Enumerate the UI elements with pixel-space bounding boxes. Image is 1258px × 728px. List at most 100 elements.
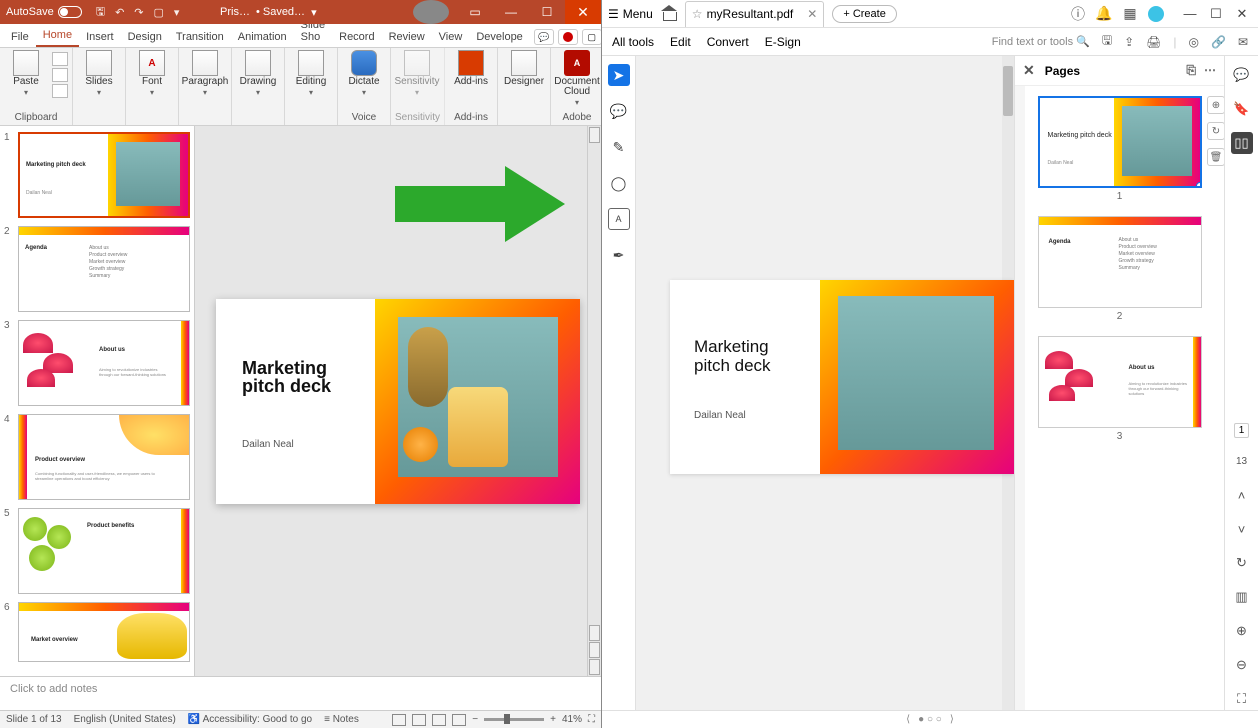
next-doc-icon[interactable]: ⟩ bbox=[950, 714, 954, 725]
user-avatar-icon[interactable] bbox=[413, 0, 449, 24]
pages-rail-icon[interactable]: ▯▯ bbox=[1231, 132, 1253, 154]
tab-design[interactable]: Design bbox=[121, 27, 169, 47]
email-icon[interactable]: ✉ bbox=[1238, 35, 1248, 49]
tab-file[interactable]: File bbox=[4, 27, 36, 47]
thumb-3[interactable]: About us Aiming to revolutionize industr… bbox=[18, 320, 190, 406]
home-icon[interactable] bbox=[661, 7, 677, 21]
user-avatar-icon[interactable] bbox=[1148, 6, 1164, 22]
page-thumb-2[interactable]: Agenda About us Product overview Market … bbox=[1038, 216, 1202, 308]
print-icon[interactable]: 🖨 bbox=[1146, 35, 1161, 49]
share-icon[interactable]: ◎ bbox=[1189, 35, 1199, 49]
tab-insert[interactable]: Insert bbox=[79, 27, 121, 47]
zoom-in-icon[interactable]: ⊕ bbox=[1231, 620, 1253, 642]
thumb-2[interactable]: Agenda About us Product overview Market … bbox=[18, 226, 190, 312]
notes-toggle[interactable]: ≡ Notes bbox=[324, 714, 359, 725]
upload-icon[interactable]: ⇪ bbox=[1124, 35, 1134, 49]
paste-button[interactable]: Paste ▾ bbox=[4, 50, 48, 97]
esign-button[interactable]: E-Sign bbox=[765, 35, 801, 49]
minimize-button[interactable]: — bbox=[493, 0, 529, 24]
undo-icon[interactable]: ↶ bbox=[115, 6, 124, 19]
slideshow-icon[interactable]: ▢ bbox=[154, 6, 164, 19]
document-name[interactable]: Pris… • Saved… ▾ bbox=[220, 6, 317, 19]
search-input[interactable]: Find text or tools 🔍 bbox=[992, 35, 1090, 48]
select-tool-icon[interactable]: ➤ bbox=[608, 64, 630, 86]
camera-icon[interactable] bbox=[558, 29, 578, 45]
zoom-level[interactable]: 41% bbox=[562, 714, 582, 725]
editing-button[interactable]: Editing ▾ bbox=[289, 50, 333, 97]
new-slide-button[interactable]: Slides ▾ bbox=[77, 50, 121, 97]
page-thumb-1[interactable]: Marketing pitch deck Dailan Neal bbox=[1038, 96, 1202, 188]
clipboard-small-buttons[interactable] bbox=[52, 50, 68, 98]
add-page-icon[interactable]: ⎘ bbox=[1186, 63, 1196, 78]
comments-icon[interactable]: 💬 bbox=[534, 29, 554, 45]
language-status[interactable]: English (United States) bbox=[74, 714, 176, 725]
slideshow-view-icon[interactable] bbox=[452, 714, 466, 726]
addins-button[interactable]: Add-ins bbox=[449, 50, 493, 87]
close-button[interactable]: ✕ bbox=[1232, 6, 1252, 22]
link-icon[interactable]: 🔗 bbox=[1211, 35, 1226, 49]
tab-transitions[interactable]: Transition bbox=[169, 27, 231, 47]
tab-review[interactable]: Review bbox=[382, 27, 432, 47]
font-button[interactable]: A Font ▾ bbox=[130, 50, 174, 97]
dropdown-icon[interactable]: ▾ bbox=[174, 6, 180, 19]
current-page[interactable]: 1 bbox=[1234, 423, 1250, 438]
zoom-in-icon[interactable]: + bbox=[550, 714, 556, 725]
designer-button[interactable]: Designer bbox=[502, 50, 546, 87]
save-icon[interactable]: 🖫 bbox=[1102, 31, 1112, 52]
thumb-4[interactable]: Product overview Combining functionality… bbox=[18, 414, 190, 500]
autosave-toggle[interactable]: AutoSave bbox=[0, 6, 88, 18]
scroll-down-icon[interactable]: ˅ bbox=[1231, 518, 1253, 540]
dictate-button[interactable]: Dictate ▾ bbox=[342, 50, 386, 97]
sorter-view-icon[interactable] bbox=[412, 714, 426, 726]
bell-icon[interactable]: 🔔 bbox=[1096, 6, 1112, 22]
redo-icon[interactable]: ↷ bbox=[134, 6, 143, 19]
fit-icon[interactable]: ⛶ bbox=[588, 714, 595, 725]
close-panel-icon[interactable]: ✕ bbox=[1023, 62, 1035, 79]
page-thumbnails[interactable]: ⊕ ↻ 🗑 Marketing pitch deck Dailan Neal 1 bbox=[1015, 86, 1224, 710]
textbox-tool-icon[interactable]: A bbox=[608, 208, 630, 230]
document-tab[interactable]: ☆ myResultant.pdf ✕ bbox=[685, 1, 825, 27]
edit-button[interactable]: Edit bbox=[670, 35, 691, 49]
tab-animations[interactable]: Animation bbox=[231, 27, 294, 47]
thumb-6[interactable]: Market overview bbox=[18, 602, 190, 662]
save-icon[interactable]: 🖫 bbox=[96, 3, 105, 22]
apps-icon[interactable]: ▦ bbox=[1122, 6, 1138, 22]
bookmark-rail-icon[interactable]: 🔖 bbox=[1231, 98, 1253, 120]
comment-tool-icon[interactable]: 💬 bbox=[608, 100, 630, 122]
rotate-icon[interactable]: ↻ bbox=[1207, 122, 1224, 140]
zoom-slider[interactable] bbox=[484, 718, 544, 721]
tab-home[interactable]: Home bbox=[36, 25, 79, 47]
star-icon[interactable]: ☆ bbox=[692, 7, 703, 21]
ribbon-options-icon[interactable]: ▭ bbox=[457, 0, 493, 24]
fullscreen-icon[interactable]: ⛶ bbox=[1231, 688, 1253, 710]
tab-developer[interactable]: Develope bbox=[469, 27, 529, 47]
vertical-scrollbar[interactable] bbox=[587, 126, 601, 676]
page-thumb-3[interactable]: About us Aiming to revolutionize industr… bbox=[1038, 336, 1202, 428]
rotate-rail-icon[interactable]: ↻ bbox=[1231, 552, 1253, 574]
maximize-button[interactable]: ☐ bbox=[529, 0, 565, 24]
notes-pane[interactable]: Click to add notes bbox=[0, 676, 601, 710]
draw-tool-icon[interactable]: ✒ bbox=[608, 244, 630, 266]
insert-above-icon[interactable]: ⊕ bbox=[1207, 96, 1224, 114]
paragraph-button[interactable]: Paragraph ▾ bbox=[183, 50, 227, 97]
all-tools-button[interactable]: All tools bbox=[612, 35, 654, 49]
maximize-button[interactable]: ☐ bbox=[1206, 6, 1226, 22]
tab-view[interactable]: View bbox=[432, 27, 470, 47]
tab-record[interactable]: Record bbox=[332, 27, 381, 47]
reading-view-icon[interactable] bbox=[432, 714, 446, 726]
present-icon[interactable]: ▢ bbox=[582, 29, 602, 45]
menu-button[interactable]: ☰ Menu bbox=[608, 7, 653, 21]
page-layout-icon[interactable]: ▥ bbox=[1231, 586, 1253, 608]
document-cloud-button[interactable]: A Document Cloud ▾ bbox=[555, 50, 599, 107]
slide-1[interactable]: Marketing pitch deck Dailan Neal bbox=[216, 299, 580, 504]
lasso-tool-icon[interactable]: ◯ bbox=[608, 172, 630, 194]
panel-scrollbar[interactable] bbox=[1015, 86, 1025, 710]
slide-thumbnails[interactable]: 1 Marketing pitch deck Dailan Neal 2 Age… bbox=[0, 126, 195, 676]
close-tab-icon[interactable]: ✕ bbox=[807, 7, 817, 21]
help-icon[interactable]: ⓘ bbox=[1070, 6, 1086, 22]
highlight-tool-icon[interactable]: ✎ bbox=[608, 136, 630, 158]
thumb-1[interactable]: Marketing pitch deck Dailan Neal bbox=[18, 132, 190, 218]
pdf-page-1[interactable]: Marketing pitch deck Dailan Neal bbox=[670, 280, 1014, 474]
minimize-button[interactable]: — bbox=[1180, 6, 1200, 22]
comments-rail-icon[interactable]: 💬 bbox=[1231, 64, 1253, 86]
